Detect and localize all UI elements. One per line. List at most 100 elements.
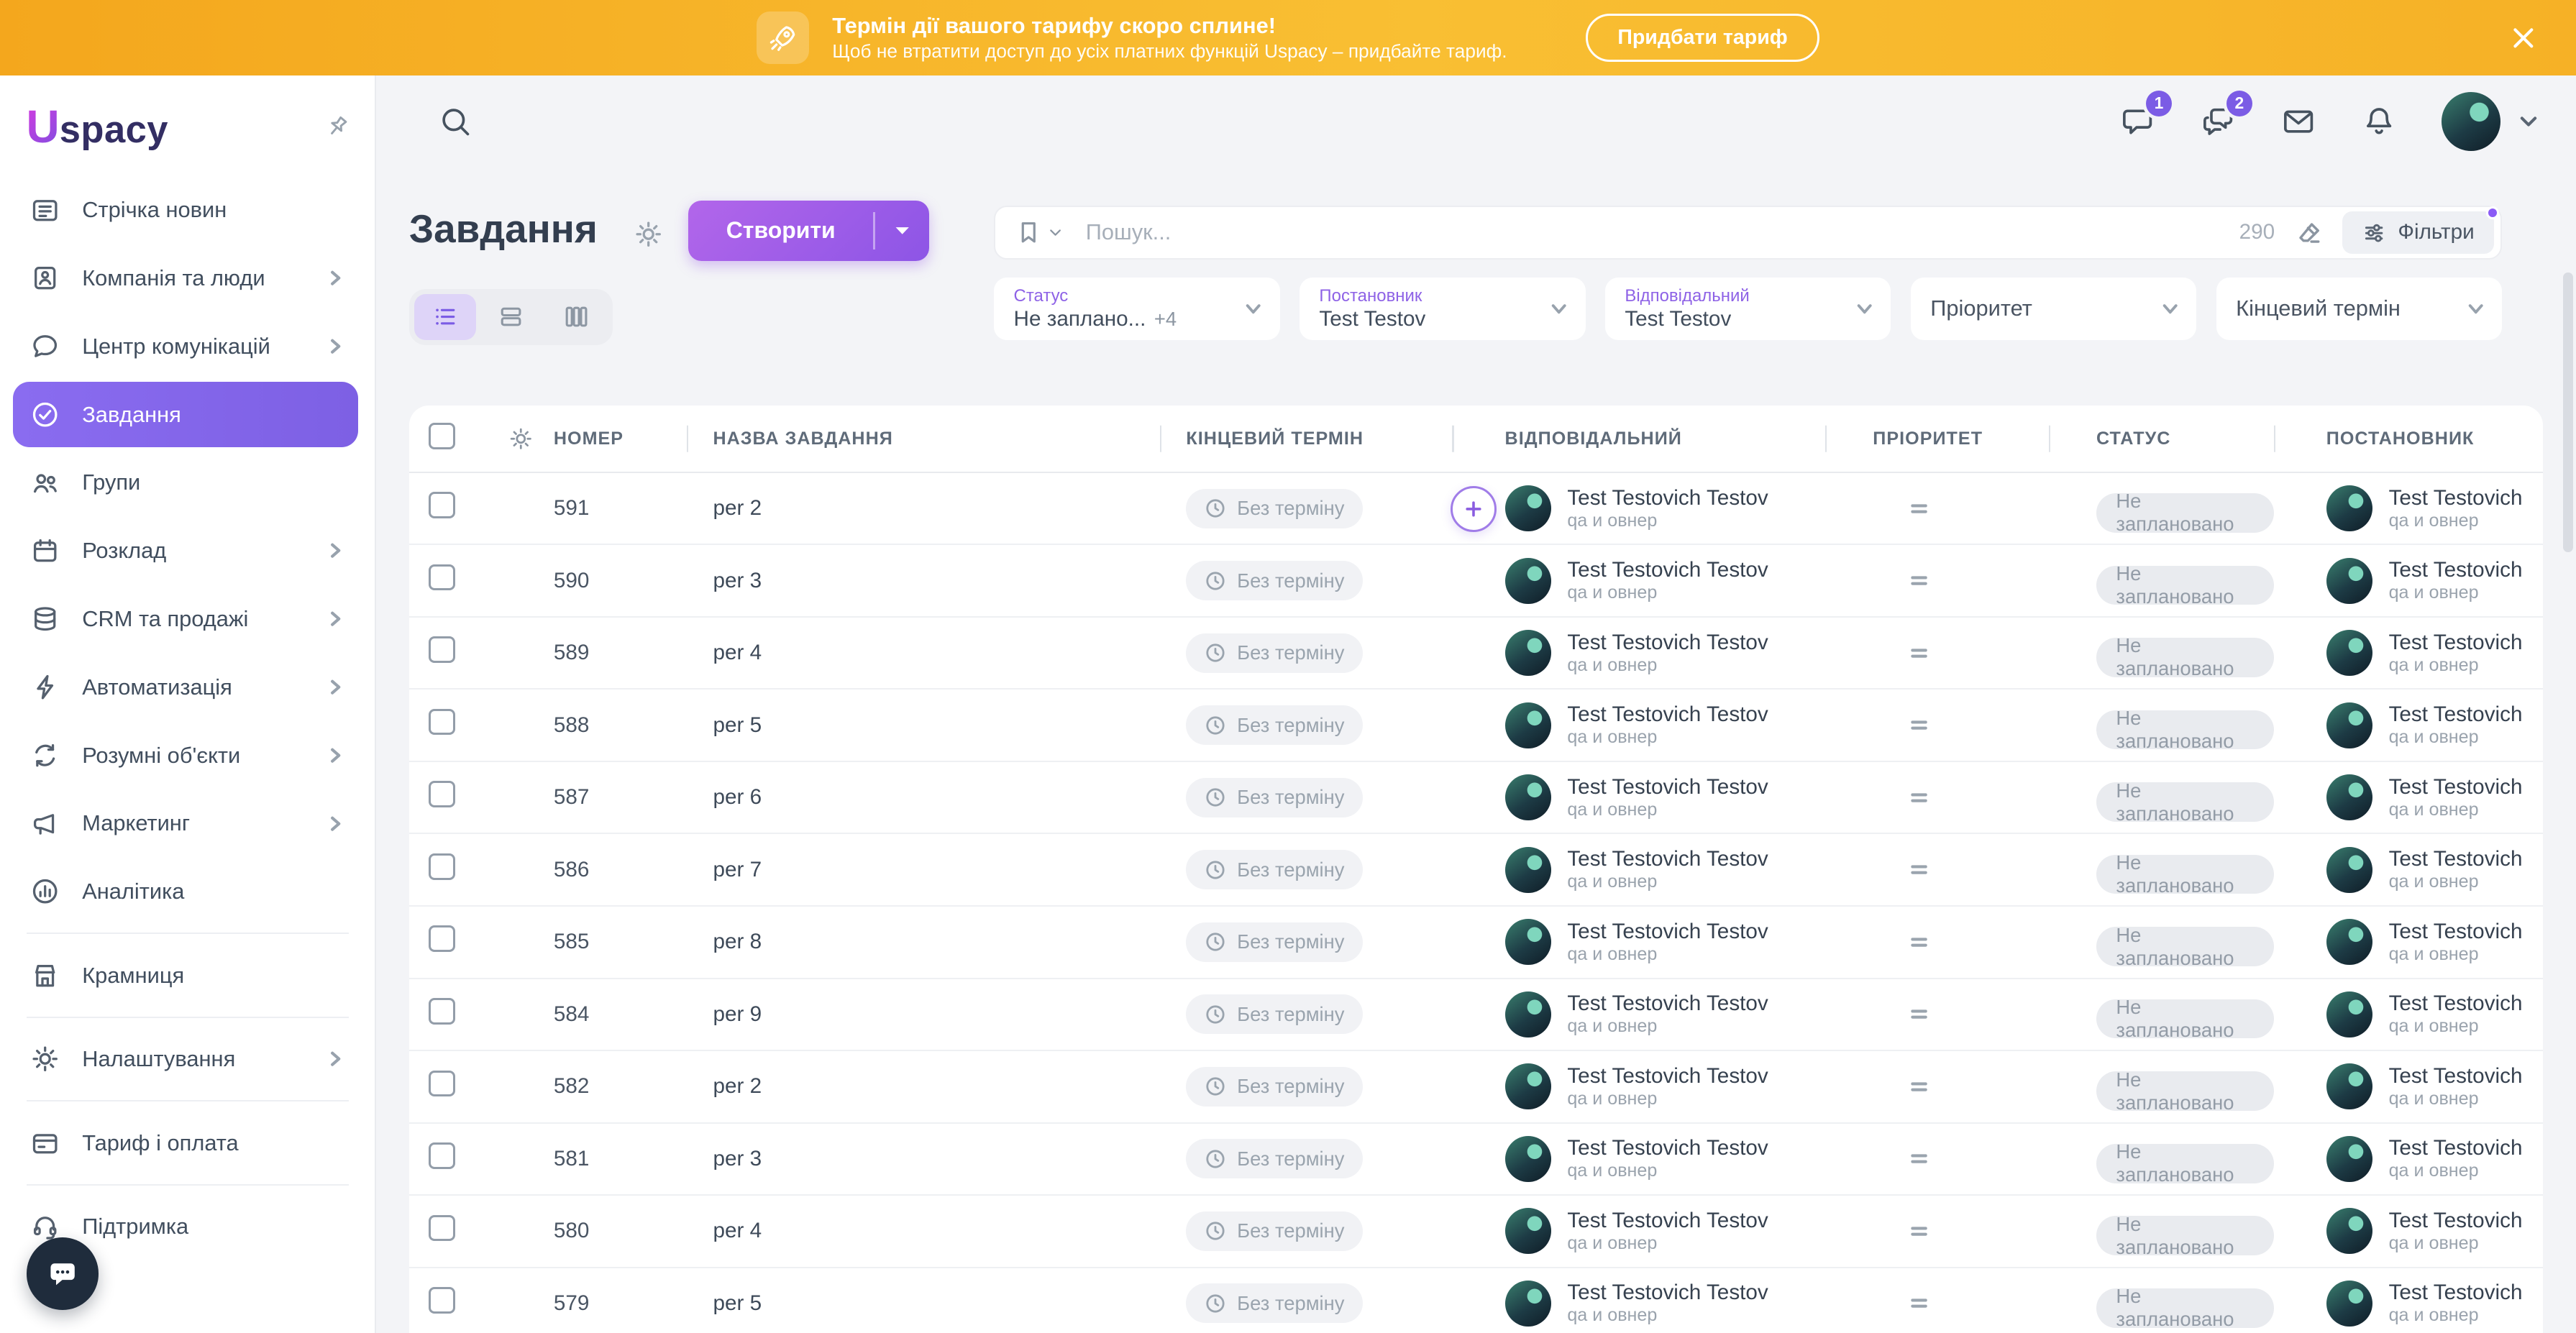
reporter-name[interactable]: Test Testovich — [2389, 1209, 2523, 1233]
row-checkbox[interactable] — [429, 709, 455, 736]
row-checkbox[interactable] — [429, 1215, 455, 1242]
sidebar-item-news[interactable]: Стрічка новин — [13, 177, 358, 242]
reporter-avatar[interactable] — [2326, 558, 2372, 604]
reporter-name[interactable]: Test Testovich — [2389, 775, 2523, 800]
filters-button[interactable]: Фільтри — [2342, 211, 2494, 254]
create-task-split-button[interactable]: Створити — [688, 201, 929, 262]
col-header-reporter[interactable]: ПОСТАНОВНИК — [2274, 429, 2544, 449]
reporter-avatar[interactable] — [2326, 702, 2372, 748]
bookmark-chevron-icon[interactable] — [1046, 224, 1064, 242]
sidebar-item-schedule[interactable]: Розклад — [13, 518, 358, 583]
responsible-avatar[interactable] — [1505, 919, 1551, 965]
task-name[interactable]: per 4 — [687, 641, 1160, 665]
reporter-avatar[interactable] — [2326, 1208, 2372, 1254]
uspacy-logo[interactable]: Uspacy — [27, 100, 168, 153]
create-task-button[interactable]: Створити — [688, 201, 873, 262]
row-checkbox[interactable] — [429, 492, 455, 518]
reporter-name[interactable]: Test Testovich — [2389, 1064, 2523, 1089]
priority-medium-icon[interactable] — [1904, 1072, 1934, 1101]
task-name[interactable]: per 9 — [687, 1002, 1160, 1027]
sidebar-item-crm[interactable]: CRM та продажі — [13, 586, 358, 651]
filter-chip-статус[interactable]: Статус Не заплано...+4 — [994, 278, 1280, 340]
task-name[interactable]: per 2 — [687, 496, 1160, 521]
priority-medium-icon[interactable] — [1904, 710, 1934, 740]
task-name[interactable]: per 7 — [687, 858, 1160, 882]
scrollbar-thumb[interactable] — [2563, 272, 2573, 551]
priority-medium-icon[interactable] — [1904, 1288, 1934, 1318]
reporter-name[interactable]: Test Testovich — [2389, 920, 2523, 944]
chevron-down-icon[interactable] — [2517, 110, 2540, 133]
search-input[interactable]: Пошук... — [1086, 219, 2239, 245]
sidebar-item-settings[interactable]: Налаштування — [13, 1026, 358, 1091]
reporter-avatar[interactable] — [2326, 485, 2372, 531]
sidebar-item-shop[interactable]: Крамниця — [13, 943, 358, 1008]
status-badge[interactable]: Не заплановано — [2096, 1144, 2274, 1183]
row-checkbox[interactable] — [429, 1287, 455, 1314]
responsible-avatar[interactable] — [1505, 485, 1551, 531]
priority-medium-icon[interactable] — [1904, 638, 1934, 668]
reporter-name[interactable]: Test Testovich — [2389, 847, 2523, 871]
clear-search-icon[interactable] — [2295, 219, 2323, 247]
status-badge[interactable]: Не заплановано — [2096, 927, 2274, 966]
responsible-name[interactable]: Test Testovich Testov — [1567, 1281, 1768, 1305]
status-badge[interactable]: Не заплановано — [2096, 999, 2274, 1039]
deadline-pill[interactable]: Без терміну — [1186, 1139, 1362, 1178]
responsible-avatar[interactable] — [1505, 774, 1551, 820]
reporter-avatar[interactable] — [2326, 847, 2372, 893]
reporter-name[interactable]: Test Testovich — [2389, 702, 2523, 727]
reporter-avatar[interactable] — [2326, 1136, 2372, 1182]
table-row[interactable]: 579 per 5 Без терміну Test Testovich Tes… — [409, 1268, 2544, 1333]
reporter-name[interactable]: Test Testovich — [2389, 631, 2523, 655]
sidebar-item-tasks[interactable]: Завдання — [13, 382, 358, 447]
filter-chip-кінцевий-термін[interactable]: Кінцевий термін — [2216, 278, 2503, 340]
col-header-name[interactable]: НАЗВА ЗАВДАННЯ — [687, 429, 1160, 449]
buy-tariff-button[interactable]: Придбати тариф — [1586, 14, 1819, 61]
responsible-name[interactable]: Test Testovich Testov — [1567, 631, 1768, 655]
task-name[interactable]: per 8 — [687, 930, 1160, 954]
col-header-number[interactable]: НОМЕР — [541, 429, 687, 449]
page-settings-gear-icon[interactable] — [633, 219, 664, 249]
reporter-avatar[interactable] — [2326, 991, 2372, 1037]
task-name[interactable]: per 3 — [687, 569, 1160, 593]
responsible-name[interactable]: Test Testovich Testov — [1567, 1136, 1768, 1160]
row-checkbox[interactable] — [429, 636, 455, 663]
scrollbar[interactable] — [2563, 272, 2573, 1333]
status-badge[interactable]: Не заплановано — [2096, 710, 2274, 750]
status-badge[interactable]: Не заплановано — [2096, 566, 2274, 605]
table-row[interactable]: 580 per 4 Без терміну Test Testovich Tes… — [409, 1196, 2544, 1268]
sidebar-item-analytics[interactable]: Аналітика — [13, 858, 358, 924]
responsible-avatar[interactable] — [1505, 847, 1551, 893]
row-checkbox[interactable] — [429, 1142, 455, 1169]
responsible-name[interactable]: Test Testovich Testov — [1567, 486, 1768, 510]
view-list-button[interactable] — [414, 294, 477, 340]
table-row[interactable]: 585 per 8 Без терміну Test Testovich Tes… — [409, 907, 2544, 979]
notifications-bell-icon[interactable] — [2361, 104, 2397, 139]
user-menu[interactable] — [2442, 92, 2540, 151]
reporter-avatar[interactable] — [2326, 630, 2372, 676]
task-name[interactable]: per 2 — [687, 1074, 1160, 1099]
pin-icon[interactable] — [322, 112, 352, 142]
create-dropdown-caret[interactable] — [875, 201, 929, 262]
reporter-avatar[interactable] — [2326, 1281, 2372, 1327]
priority-medium-icon[interactable] — [1904, 566, 1934, 595]
status-badge[interactable]: Не заплановано — [2096, 493, 2274, 533]
reporter-avatar[interactable] — [2326, 774, 2372, 820]
deadline-pill[interactable]: Без терміну — [1186, 561, 1362, 600]
responsible-avatar[interactable] — [1505, 558, 1551, 604]
row-checkbox[interactable] — [429, 925, 455, 952]
task-name[interactable]: per 4 — [687, 1219, 1160, 1243]
deadline-pill[interactable]: Без терміну — [1186, 1283, 1362, 1323]
deadline-pill[interactable]: Без терміну — [1186, 778, 1362, 817]
table-row[interactable]: 582 per 2 Без терміну Test Testovich Tes… — [409, 1051, 2544, 1124]
reporter-name[interactable]: Test Testovich — [2389, 558, 2523, 582]
task-name[interactable]: per 5 — [687, 1291, 1160, 1316]
table-row[interactable]: 588 per 5 Без терміну Test Testovich Tes… — [409, 690, 2544, 762]
sidebar-item-smart-objects[interactable]: Розумні об'єкти — [13, 723, 358, 788]
reporter-avatar[interactable] — [2326, 919, 2372, 965]
sidebar-item-communications[interactable]: Центр комунікацій — [13, 313, 358, 379]
row-checkbox[interactable] — [429, 781, 455, 807]
col-header-responsible[interactable]: ВІДПОВІДАЛЬНИЙ — [1452, 429, 1825, 449]
status-badge[interactable]: Не заплановано — [2096, 638, 2274, 677]
chats-icon[interactable]: 2 — [2200, 104, 2236, 139]
col-header-status[interactable]: СТАТУС — [2049, 429, 2274, 449]
